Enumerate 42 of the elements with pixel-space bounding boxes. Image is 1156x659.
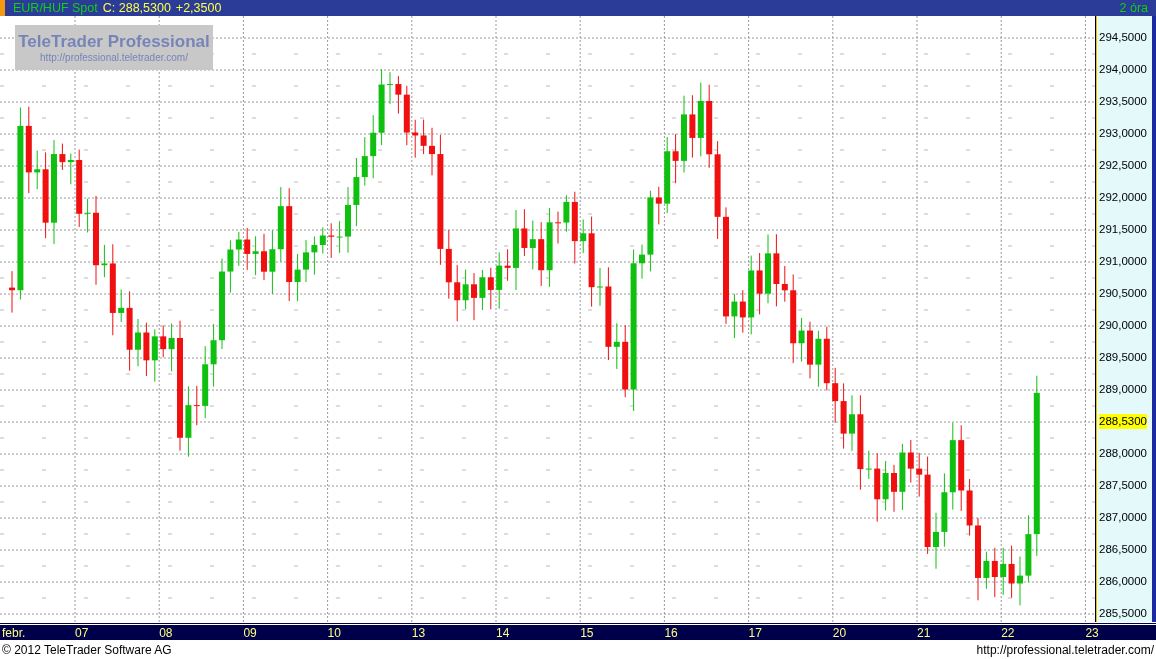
current-price-label: 288,5300 xyxy=(1099,414,1147,429)
date-label: 17 xyxy=(748,626,762,640)
price-label: 292,5000 xyxy=(1099,158,1147,173)
date-label: 20 xyxy=(832,626,847,640)
date-label: 13 xyxy=(411,626,426,640)
date-label: 10 xyxy=(327,626,341,640)
date-label: 16 xyxy=(664,626,678,640)
symbol-label: EUR/HUF Spot xyxy=(13,1,98,15)
price-label: 287,0000 xyxy=(1099,510,1147,525)
price-label: 293,5000 xyxy=(1099,94,1147,109)
price-label: 291,5000 xyxy=(1099,222,1147,237)
price-label: 292,0000 xyxy=(1099,190,1147,205)
price-label: 289,5000 xyxy=(1099,350,1147,365)
logo-title: TeleTrader Professional xyxy=(18,32,210,52)
price-label: 290,5000 xyxy=(1099,286,1147,301)
date-label: 22 xyxy=(1001,626,1015,640)
price-label: 290,0000 xyxy=(1099,318,1147,333)
price-label: 287,5000 xyxy=(1099,478,1147,493)
footer-link[interactable]: http://professional.teletrader.com/ xyxy=(976,642,1154,657)
price-label: 288,0000 xyxy=(1099,446,1147,461)
date-label: 09 xyxy=(243,626,257,640)
price-label: 286,5000 xyxy=(1099,542,1147,557)
date-label: 15 xyxy=(580,626,594,640)
price-label: 285,5000 xyxy=(1099,606,1147,621)
copyright-text: © 2012 TeleTrader Software AG xyxy=(2,642,172,657)
price-label: 286,0000 xyxy=(1099,574,1147,589)
price-label: 294,5000 xyxy=(1099,30,1147,45)
date-label: 14 xyxy=(496,626,510,640)
price-label: 291,0000 xyxy=(1099,254,1147,269)
price-change: +2,3500 xyxy=(175,1,222,15)
price-label: 289,0000 xyxy=(1099,382,1147,397)
date-label: febr. xyxy=(2,626,26,640)
logo-url: http://professional.teletrader.com/ xyxy=(40,52,188,63)
interval-label: 2 óra xyxy=(1119,1,1148,15)
date-label: 23 xyxy=(1085,626,1099,640)
close-price: C: 288,5300 xyxy=(102,1,171,15)
marker-icon xyxy=(0,0,5,16)
date-label: 07 xyxy=(75,626,89,640)
price-label: 294,0000 xyxy=(1099,62,1147,77)
price-label: 293,0000 xyxy=(1099,126,1147,141)
date-label: 21 xyxy=(917,626,931,640)
date-label: 08 xyxy=(159,626,173,640)
